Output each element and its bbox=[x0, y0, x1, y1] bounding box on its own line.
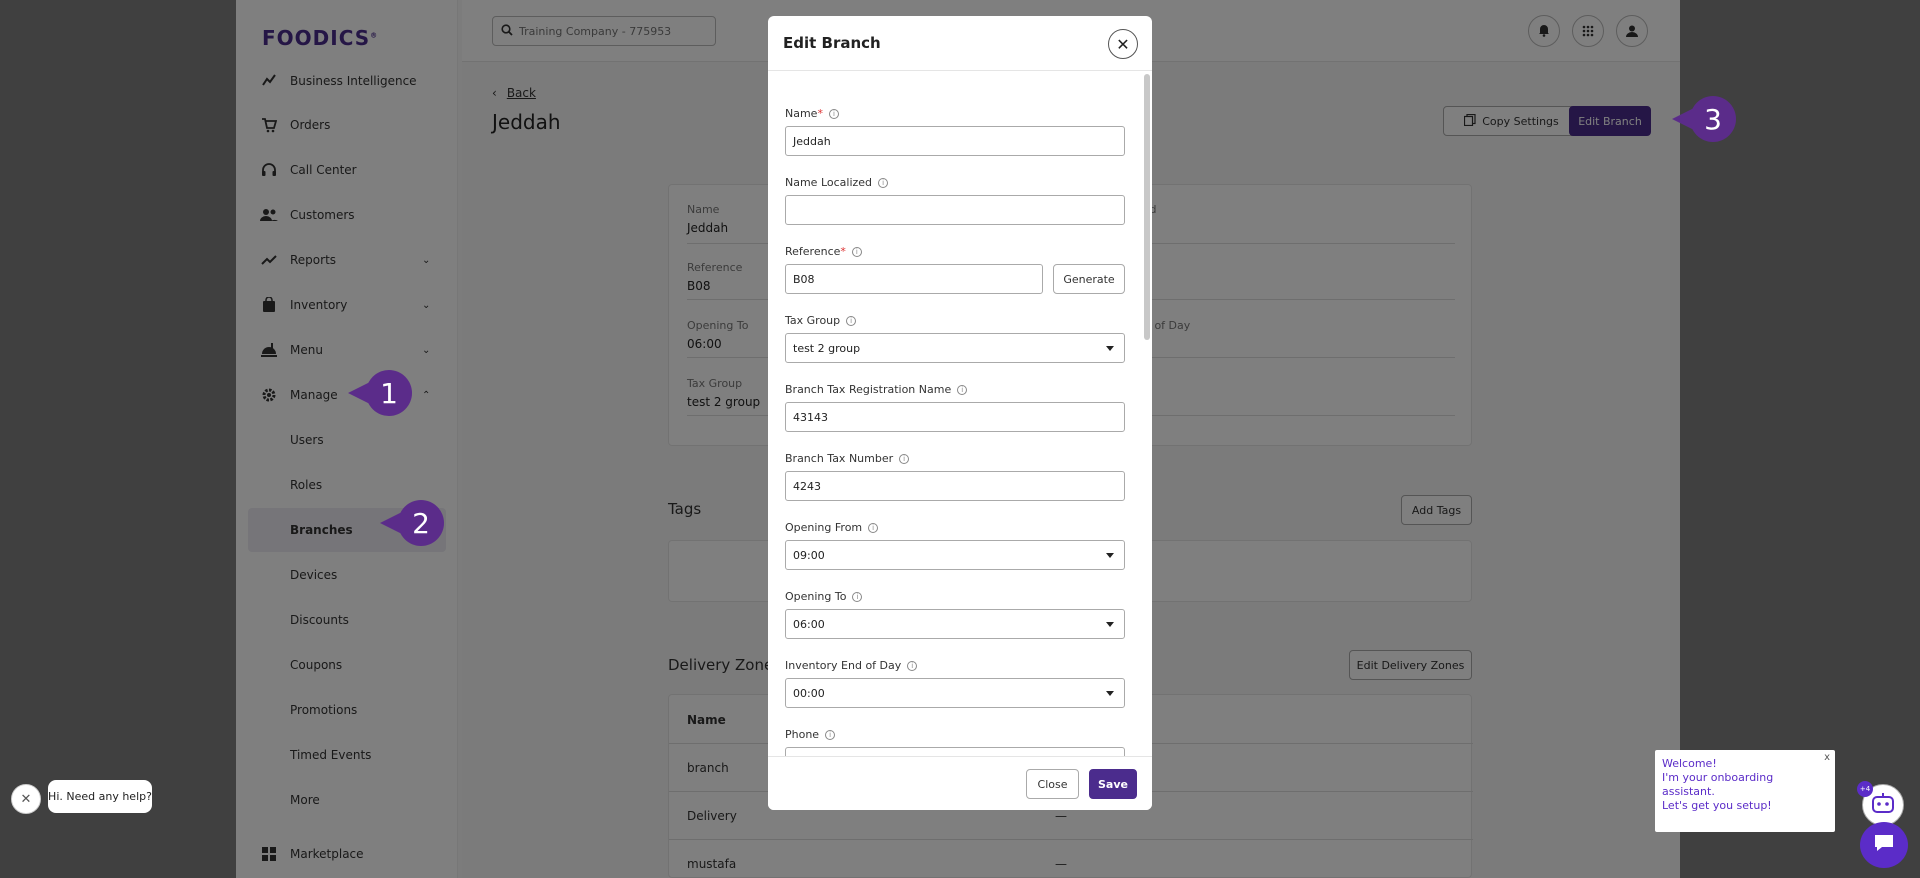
close-icon[interactable]: ✕ bbox=[1108, 29, 1138, 59]
caret-down-icon bbox=[1106, 553, 1114, 558]
chat-launcher-button[interactable] bbox=[1860, 822, 1908, 868]
generate-button[interactable]: Generate bbox=[1053, 264, 1125, 294]
name-localized-label: Name Localized i bbox=[785, 176, 889, 189]
tax-registration-name-field[interactable]: 43143 bbox=[785, 402, 1125, 432]
caret-down-icon bbox=[1106, 691, 1114, 696]
edit-branch-modal: Edit Branch ✕ Name * i Jeddah Name Localiz… bbox=[768, 16, 1152, 810]
save-button[interactable]: Save bbox=[1089, 769, 1137, 799]
name-label: Name * i bbox=[785, 107, 839, 120]
step-marker-2: 2 bbox=[380, 500, 444, 546]
name-localized-field[interactable] bbox=[785, 195, 1125, 225]
tax-group-label: Tax Group i bbox=[785, 314, 857, 327]
chat-bubble-icon bbox=[1873, 833, 1895, 857]
opening-to-label: Opening To i bbox=[785, 590, 863, 603]
info-icon: i bbox=[899, 453, 910, 464]
name-field[interactable]: Jeddah bbox=[785, 126, 1125, 156]
tax-group-select[interactable]: test 2 group bbox=[785, 333, 1125, 363]
info-icon: i bbox=[907, 660, 918, 671]
modal-header: Edit Branch ✕ bbox=[768, 16, 1152, 71]
tax-number-label: Branch Tax Number i bbox=[785, 452, 910, 465]
notification-badge: +4 bbox=[1857, 781, 1873, 797]
tax-number-field[interactable]: 4243 bbox=[785, 471, 1125, 501]
step-marker-3: 3 bbox=[1672, 96, 1736, 142]
close-icon[interactable]: x bbox=[1824, 751, 1830, 765]
modal-footer: Close Save bbox=[768, 756, 1152, 810]
tax-registration-name-label: Branch Tax Registration Name i bbox=[785, 383, 968, 396]
caret-down-icon bbox=[1106, 622, 1114, 627]
dismiss-help-button[interactable]: ✕ bbox=[11, 784, 41, 814]
info-icon: i bbox=[851, 246, 862, 257]
info-icon: i bbox=[957, 384, 968, 395]
reference-label: Reference * i bbox=[785, 245, 862, 258]
reference-field[interactable]: B08 bbox=[785, 264, 1043, 294]
modal-body[interactable]: Name * i Jeddah Name Localized i Reference *… bbox=[768, 72, 1152, 772]
assistant-welcome-popup[interactable]: x Welcome! I'm your onboarding assistant… bbox=[1655, 750, 1835, 832]
info-icon: i bbox=[852, 591, 863, 602]
caret-down-icon bbox=[1106, 346, 1114, 351]
opening-from-label: Opening From i bbox=[785, 521, 879, 534]
robot-icon bbox=[1870, 791, 1896, 819]
help-bubble[interactable]: Hi. Need any help? bbox=[48, 780, 152, 813]
inventory-end-select[interactable]: 00:00 bbox=[785, 678, 1125, 708]
step-marker-1: 1 bbox=[348, 370, 412, 416]
info-icon: i bbox=[878, 177, 889, 188]
opening-to-select[interactable]: 06:00 bbox=[785, 609, 1125, 639]
phone-label: Phone i bbox=[785, 728, 836, 741]
info-icon: i bbox=[825, 729, 836, 740]
opening-from-select[interactable]: 09:00 bbox=[785, 540, 1125, 570]
modal-title: Edit Branch bbox=[783, 34, 881, 52]
info-icon: i bbox=[846, 315, 857, 326]
modal-scrollbar[interactable] bbox=[1144, 74, 1150, 340]
close-button[interactable]: Close bbox=[1026, 769, 1079, 799]
inventory-end-label: Inventory End of Day i bbox=[785, 659, 918, 672]
info-icon: i bbox=[828, 108, 839, 119]
info-icon: i bbox=[868, 522, 879, 533]
